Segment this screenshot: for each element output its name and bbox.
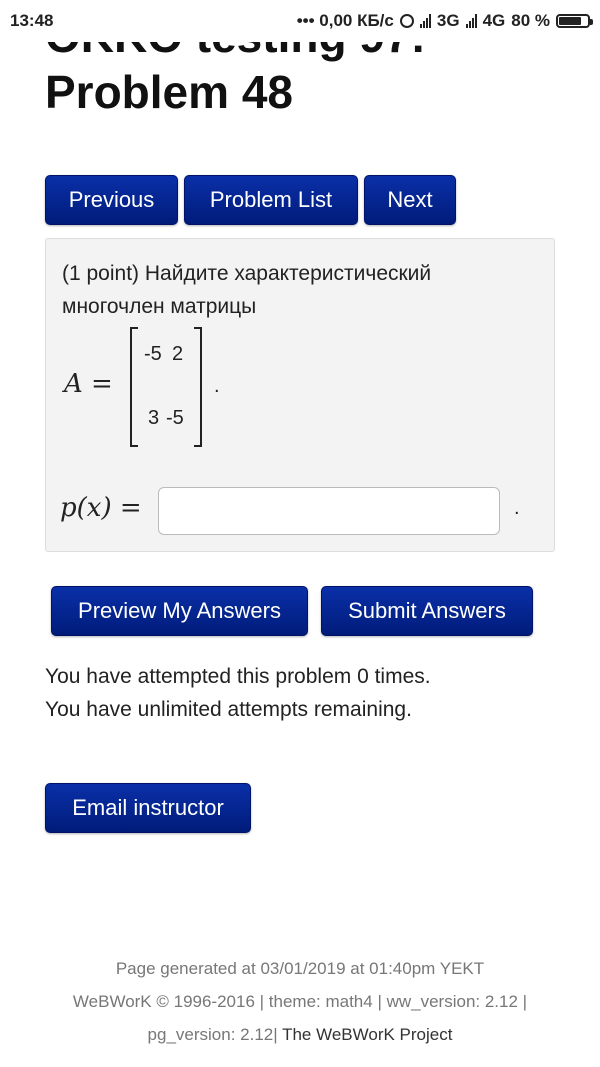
- right-bracket: [194, 327, 202, 447]
- status-icons: ••• 0,00 КБ/с 3G 4G 80 %: [296, 11, 593, 31]
- left-bracket: [130, 327, 138, 447]
- attempts-info: You have attempted this problem 0 times.…: [45, 660, 431, 726]
- email-instructor-button[interactable]: Email instructor: [45, 783, 251, 833]
- preview-answers-button[interactable]: Preview My Answers: [51, 586, 308, 636]
- matrix-cell: -5: [166, 407, 184, 429]
- attempts-remaining: You have unlimited attempts remaining.: [45, 698, 412, 721]
- title-line-2: Problem 48: [45, 66, 293, 118]
- matrix-period: .: [214, 375, 220, 397]
- problem-prompt: (1 point) Найдите характеристический мно…: [62, 262, 432, 318]
- previous-button[interactable]: Previous: [45, 175, 178, 225]
- next-button[interactable]: Next: [364, 175, 456, 225]
- pg-version: pg_version: 2.12|: [147, 1025, 278, 1044]
- footer: Page generated at 03/01/2019 at 01:40pm …: [0, 952, 600, 1051]
- answer-label: p(x) =: [60, 493, 142, 523]
- attempts-count: You have attempted this problem 0 times.: [45, 665, 431, 688]
- alarm-icon: [399, 14, 414, 28]
- page-generated: Page generated at 03/01/2019 at 01:40pm …: [115, 959, 485, 978]
- answer-period: .: [514, 497, 520, 519]
- matrix-cell: -5: [144, 343, 162, 365]
- signal-icon-2: [465, 14, 477, 28]
- battery-icon: [556, 14, 593, 28]
- clock: 13:48: [10, 11, 54, 30]
- matrix-cell: 2: [172, 343, 184, 365]
- signal-icon: [419, 14, 431, 28]
- data-rate: ••• 0,00 КБ/с: [296, 11, 394, 30]
- battery-percent: 80 %: [511, 11, 550, 30]
- matrix: -5 2 3 -5: [130, 327, 202, 447]
- webwork-project-link[interactable]: The WeBWorK Project: [282, 1025, 452, 1044]
- problem-box: (1 point) Найдите характеристический мно…: [45, 238, 555, 552]
- network-4g: 4G: [482, 11, 506, 30]
- pg-version-line: pg_version: 2.12| The WeBWorK Project: [0, 1018, 600, 1051]
- problem-list-button[interactable]: Problem List: [184, 175, 358, 225]
- network-3g: 3G: [436, 11, 460, 30]
- submit-answers-button[interactable]: Submit Answers: [321, 586, 533, 636]
- matrix-cell: 3: [148, 407, 160, 429]
- status-bar: 13:48 ••• 0,00 КБ/с 3G 4G 80 %: [0, 0, 600, 42]
- matrix-label: A =: [64, 369, 113, 399]
- version-info: WeBWorK © 1996-2016 | theme: math4 | ww_…: [72, 992, 528, 1011]
- answer-input[interactable]: [158, 487, 500, 535]
